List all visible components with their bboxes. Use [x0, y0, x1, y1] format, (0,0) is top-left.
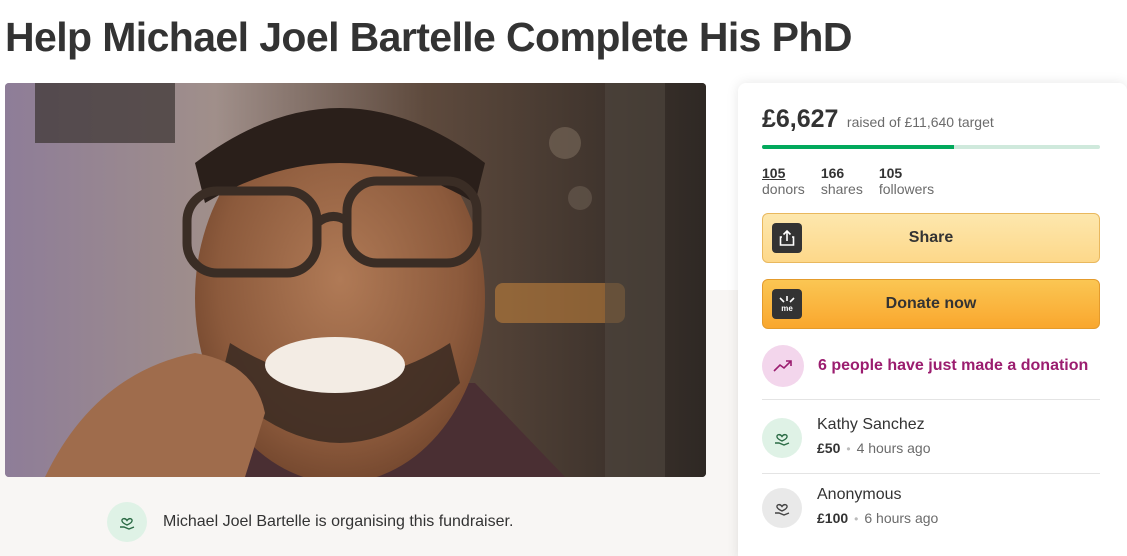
share-button[interactable]: Share	[762, 213, 1100, 263]
separator-dot: •	[854, 512, 859, 526]
separator-dot: •	[846, 442, 851, 456]
stat-shares-value: 166	[820, 165, 845, 181]
organiser-info: Michael Joel Bartelle is organising this…	[107, 502, 513, 542]
donation-time: 6 hours ago	[864, 510, 939, 526]
hero-photo	[5, 83, 706, 477]
share-button-label: Share	[908, 229, 954, 246]
recent-donations-text: 6 people have just made a donation	[818, 357, 1089, 374]
stat-donors[interactable]: 105 donors	[762, 165, 805, 197]
donation-time: 4 hours ago	[856, 440, 931, 456]
progress-bar-fill	[762, 145, 955, 149]
raised-summary: £6,627 raised of £11,640 target	[762, 105, 994, 134]
donation-item: Anonymous £100 • 6 hours ago	[762, 486, 938, 528]
trending-up-icon	[762, 345, 804, 387]
heart-hand-icon	[107, 502, 147, 542]
campaign-stats: 105 donors 166 shares 105 followers	[762, 165, 950, 197]
hero-photo-illustration	[5, 83, 706, 477]
donor-name: Kathy Sanchez	[817, 416, 925, 433]
svg-text:me: me	[781, 304, 793, 313]
stat-donors-label: donors	[762, 181, 805, 197]
raised-amount: £6,627	[762, 105, 839, 133]
donation-amount: £100	[817, 510, 849, 526]
raised-target: raised of £11,640 target	[846, 114, 994, 130]
stat-followers-label: followers	[878, 181, 935, 197]
stat-followers: 105 followers	[879, 165, 934, 197]
upload-share-icon	[772, 223, 802, 253]
organiser-text: Michael Joel Bartelle is organising this…	[163, 513, 514, 530]
stat-followers-value: 105	[878, 165, 903, 181]
divider	[762, 473, 1100, 474]
donor-name: Anonymous	[817, 486, 902, 503]
stat-shares: 166 shares	[821, 165, 863, 197]
progress-bar	[762, 145, 1100, 149]
stat-shares-label: shares	[820, 181, 863, 197]
heart-hand-icon	[762, 488, 802, 528]
donation-item: Kathy Sanchez £50 • 4 hours ago	[762, 416, 931, 458]
donate-now-button[interactable]: me Donate now	[762, 279, 1100, 329]
donate-button-label: Donate now	[885, 295, 977, 312]
divider	[762, 399, 1100, 400]
donation-amount: £50	[817, 440, 841, 456]
heart-hand-icon	[762, 418, 802, 458]
stat-donors-value[interactable]: 105	[762, 165, 805, 181]
donation-card: £6,627 raised of £11,640 target 105 dono…	[738, 83, 1127, 556]
page-title: Help Michael Joel Bartelle Complete His …	[5, 14, 852, 60]
gofundme-logo-icon: me	[772, 289, 802, 319]
recent-donations-banner[interactable]: 6 people have just made a donation	[762, 345, 1088, 387]
